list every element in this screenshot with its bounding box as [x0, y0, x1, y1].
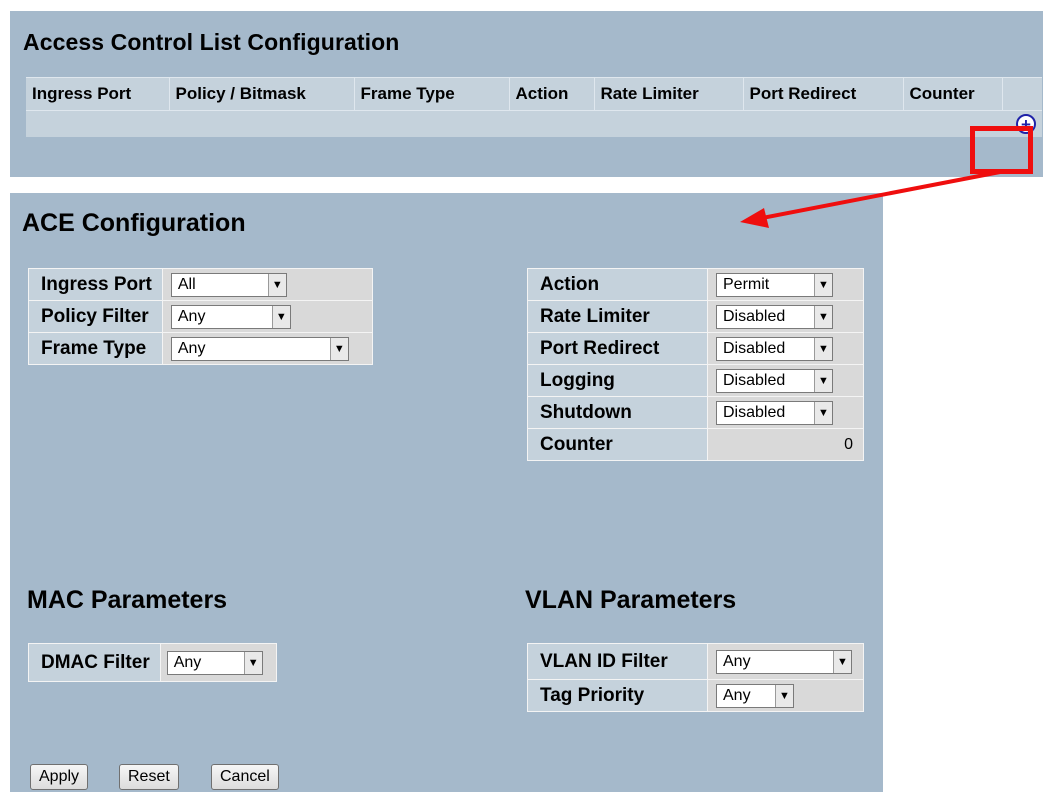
ingress-port-label: Ingress Port: [28, 268, 163, 301]
dropdown-arrow-icon: ▼: [814, 273, 832, 296]
row-shutdown: Shutdown Disabled ▼: [527, 396, 864, 429]
acl-table: Ingress Port Policy / Bitmask Frame Type…: [26, 77, 1042, 137]
col-blank: [1001, 77, 1042, 111]
ace-right-table: Action Permit ▼ Rate Limiter Disabled ▼ …: [527, 268, 864, 461]
frame-type-select[interactable]: Any ▼: [170, 336, 349, 361]
dropdown-arrow-icon: ▼: [814, 401, 832, 424]
col-counter: Counter: [902, 77, 1002, 111]
action-label: Action: [527, 268, 708, 301]
col-policy-bitmask: Policy / Bitmask: [168, 77, 354, 111]
ingress-port-select[interactable]: All ▼: [170, 272, 287, 297]
logging-select[interactable]: Disabled ▼: [716, 368, 833, 393]
vlan-title: VLAN Parameters: [525, 586, 737, 614]
logging-label: Logging: [527, 364, 708, 397]
vlan-table: VLAN ID Filter Any ▼ Tag Priority Any ▼: [527, 643, 864, 712]
reset-button[interactable]: Reset: [119, 764, 179, 790]
rate-limiter-select[interactable]: Disabled ▼: [716, 304, 833, 329]
col-frame-type: Frame Type: [353, 77, 509, 111]
vlan-id-filter-select[interactable]: Any ▼: [716, 649, 852, 674]
vlan-id-filter-label: VLAN ID Filter: [527, 643, 708, 680]
dropdown-arrow-icon: ▼: [775, 684, 793, 707]
highlight-box: [970, 126, 1033, 174]
row-tag-priority: Tag Priority Any ▼: [527, 679, 864, 712]
frame-type-label: Frame Type: [28, 332, 163, 365]
row-policy-filter: Policy Filter Any ▼: [28, 300, 373, 333]
mac-table: DMAC Filter Any ▼: [28, 643, 277, 682]
tag-priority-label: Tag Priority: [527, 679, 708, 712]
dropdown-arrow-icon: ▼: [833, 650, 851, 673]
acl-header-row: Ingress Port Policy / Bitmask Frame Type…: [26, 77, 1042, 111]
port-redirect-select[interactable]: Disabled ▼: [716, 336, 833, 361]
apply-button[interactable]: Apply: [30, 764, 89, 790]
row-port-redirect: Port Redirect Disabled ▼: [527, 332, 864, 365]
dropdown-arrow-icon: ▼: [267, 273, 286, 296]
shutdown-label: Shutdown: [527, 396, 708, 429]
col-action: Action: [508, 77, 594, 111]
acl-empty-row: +: [26, 110, 1042, 137]
row-rate-limiter: Rate Limiter Disabled ▼: [527, 300, 864, 333]
ace-left-table: Ingress Port All ▼ Policy Filter Any ▼ F…: [28, 268, 373, 365]
policy-filter-label: Policy Filter: [28, 300, 163, 333]
col-port-redirect: Port Redirect: [742, 77, 903, 111]
col-rate-limiter: Rate Limiter: [593, 77, 743, 111]
dmac-filter-label: DMAC Filter: [28, 643, 161, 682]
counter-label: Counter: [527, 428, 708, 461]
action-select[interactable]: Permit ▼: [716, 272, 833, 297]
dropdown-arrow-icon: ▼: [814, 369, 832, 392]
counter-value: 0: [844, 435, 853, 453]
rate-limiter-label: Rate Limiter: [527, 300, 708, 333]
dropdown-arrow-icon: ▼: [814, 337, 832, 360]
policy-filter-select[interactable]: Any ▼: [170, 304, 291, 329]
cancel-button[interactable]: Cancel: [211, 764, 279, 790]
port-redirect-label: Port Redirect: [527, 332, 708, 365]
dropdown-arrow-icon: ▼: [814, 305, 832, 328]
row-ingress-port: Ingress Port All ▼: [28, 268, 373, 301]
row-logging: Logging Disabled ▼: [527, 364, 864, 397]
row-dmac-filter: DMAC Filter Any ▼: [28, 643, 277, 682]
dropdown-arrow-icon: ▼: [271, 305, 290, 328]
tag-priority-select[interactable]: Any ▼: [716, 683, 794, 708]
shutdown-select[interactable]: Disabled ▼: [716, 400, 833, 425]
mac-title: MAC Parameters: [27, 586, 228, 614]
row-frame-type: Frame Type Any ▼: [28, 332, 373, 365]
ace-title: ACE Configuration: [22, 209, 246, 237]
acl-panel: Access Control List Configuration Ingres…: [10, 11, 1043, 177]
acl-title: Access Control List Configuration: [23, 29, 400, 55]
dropdown-arrow-icon: ▼: [243, 651, 262, 674]
dropdown-arrow-icon: ▼: [329, 337, 348, 360]
dmac-filter-select[interactable]: Any ▼: [166, 650, 263, 675]
row-counter: Counter 0: [527, 428, 864, 461]
row-action: Action Permit ▼: [527, 268, 864, 301]
row-vlan-id-filter: VLAN ID Filter Any ▼: [527, 643, 864, 680]
col-ingress-port: Ingress Port: [26, 77, 169, 111]
